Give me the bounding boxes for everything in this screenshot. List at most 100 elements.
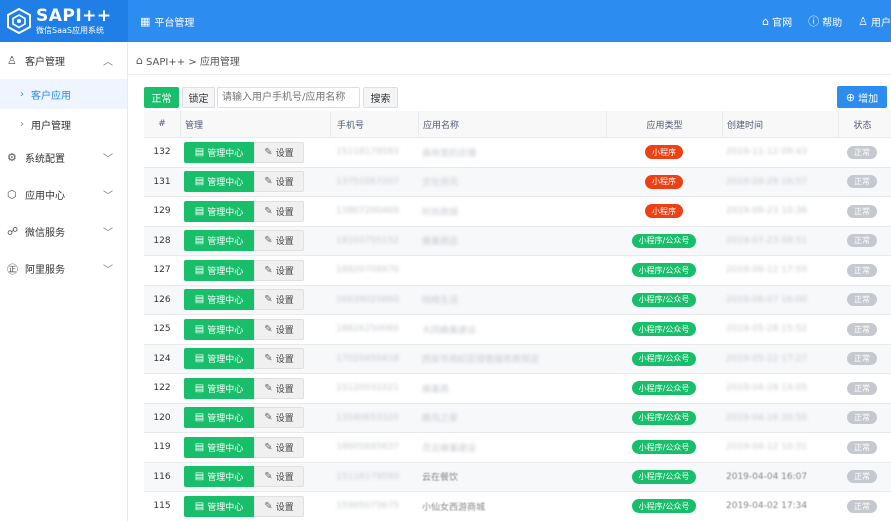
manage-center-button[interactable]: ▤ 管理中心 [184, 200, 254, 222]
sidebar-subitem-user-management[interactable]: › 用户管理 [0, 109, 127, 139]
status-badge[interactable]: 正常 [847, 352, 877, 366]
edit-icon: ✎ [264, 235, 273, 247]
settings-button[interactable]: ✎ 设置 [254, 259, 304, 281]
normal-filter-button[interactable]: 正常 [144, 87, 179, 108]
status-badge[interactable]: 正常 [847, 145, 877, 159]
settings-label: 设置 [275, 414, 294, 425]
settings-button[interactable]: ✎ 设置 [254, 495, 304, 517]
settings-button[interactable]: ✎ 设置 [254, 466, 304, 488]
help-link[interactable]: ⓘ 帮助 [808, 13, 842, 29]
settings-button[interactable]: ✎ 设置 [254, 230, 304, 252]
status-badge[interactable]: 正常 [847, 293, 877, 307]
manage-center-button[interactable]: ▤ 管理中心 [184, 495, 254, 517]
app-name-value: 西安市雨虹区绿壹服务商贸店 [422, 355, 540, 366]
platform-management-tab[interactable]: ▦ 平台管理 [128, 0, 206, 42]
manage-center-button[interactable]: ▤ 管理中心 [184, 230, 254, 252]
manage-center-button[interactable]: ▤ 管理中心 [184, 348, 254, 370]
status-badge[interactable]: 正常 [847, 322, 877, 336]
status-badge[interactable]: 正常 [847, 499, 877, 513]
settings-button[interactable]: ✎ 设置 [254, 407, 304, 429]
phone-value: 18826250060 [336, 324, 399, 335]
row-app-name: 云在餐饮 [418, 463, 606, 492]
status-badge[interactable]: 正常 [847, 234, 877, 248]
status-badge[interactable]: 正常 [847, 175, 877, 189]
manage-center-button[interactable]: ▤ 管理中心 [184, 407, 254, 429]
row-actions: ▤ 管理中心 ✎ 设置 [180, 433, 330, 462]
manage-center-button[interactable]: ▤ 管理中心 [184, 259, 254, 281]
grid-icon: ▦ [140, 14, 151, 28]
status-badge[interactable]: 正常 [847, 381, 877, 395]
settings-button[interactable]: ✎ 设置 [254, 348, 304, 370]
settings-label: 设置 [275, 443, 294, 454]
table-row: 127 ▤ 管理中心 ✎ 设置 18820709970 小程序/公众号 2019-06-12 … [144, 256, 891, 286]
sidebar-subitem-customer-app[interactable]: › 客户应用 [0, 79, 127, 109]
sidebar-item-app-center[interactable]: ⬡ 应用中心 ﹀ [0, 176, 127, 213]
user-icon: ♙ [7, 54, 17, 67]
search-button[interactable]: 搜索 [363, 87, 398, 108]
table-row: 131 ▤ 管理中心 ✎ 设置 13751067207 文化资讯 小程序 2019-09-29 … [144, 167, 891, 197]
document-icon: ▤ [194, 264, 205, 276]
manage-center-label: 管理中心 [207, 355, 244, 366]
table-row: 119 ▤ 管理中心 ✎ 设置 18605695637 灵云蜂巢建设 小程序/公众号 2019-… [144, 433, 891, 463]
row-actions: ▤ 管理中心 ✎ 设置 [180, 138, 330, 167]
status-badge[interactable]: 正常 [847, 411, 877, 425]
settings-button[interactable]: ✎ 设置 [254, 318, 304, 340]
table-row: 125 ▤ 管理中心 ✎ 设置 18826250060 大同蜂巢建设 小程序/公众号 2019-… [144, 315, 891, 345]
manage-center-button[interactable]: ▤ 管理中心 [184, 318, 254, 340]
phone-value: 13751067207 [336, 176, 399, 187]
manage-center-label: 管理中心 [207, 296, 244, 307]
document-icon: ▤ [194, 205, 205, 217]
phone-value: 18605695637 [336, 442, 399, 453]
app-type-tag: 小程序/公众号 [631, 263, 697, 278]
row-phone: 18605695637 [330, 433, 418, 462]
manage-center-button[interactable]: ▤ 管理中心 [184, 377, 254, 399]
row-status: 正常 [838, 256, 886, 285]
manage-center-button[interactable]: ▤ 管理中心 [184, 289, 254, 311]
row-app-name: 小仙女西游商城 [418, 492, 606, 521]
manage-center-button[interactable]: ▤ 管理中心 [184, 436, 254, 458]
user-menu[interactable]: ♙ 用户 [858, 14, 891, 29]
settings-label: 设置 [275, 178, 294, 189]
status-badge[interactable]: 正常 [847, 204, 877, 218]
manage-center-button[interactable]: ▤ 管理中心 [184, 141, 254, 163]
chevron-right-icon: › [20, 118, 24, 130]
status-badge[interactable]: 正常 [847, 263, 877, 277]
row-id: 124 [153, 353, 171, 364]
row-app-name: 蜂鸟之家 [418, 404, 606, 433]
app-logo[interactable]: SAPI++ 微信SaaS应用系统 [0, 0, 128, 42]
row-status: 正常 [838, 374, 886, 403]
sidebar-item-customer[interactable]: ♙ 客户管理 ︿ [0, 42, 127, 79]
col-header-created-time: 创建时间 [722, 111, 838, 137]
row-status: 正常 [838, 197, 886, 226]
settings-button[interactable]: ✎ 设置 [254, 141, 304, 163]
add-button[interactable]: ⊕ 增加 [837, 86, 887, 108]
manage-center-label: 管理中心 [207, 148, 244, 159]
manage-center-button[interactable]: ▤ 管理中心 [184, 466, 254, 488]
table-row: 126 ▤ 管理中心 ✎ 设置 16639025860 网络生活 小程序/公众号 2019-06… [144, 285, 891, 315]
official-site-link[interactable]: ⌂ 官网 [762, 14, 792, 29]
settings-button[interactable]: ✎ 设置 [254, 171, 304, 193]
app-type-tag: 小程序 [645, 204, 683, 219]
settings-button[interactable]: ✎ 设置 [254, 200, 304, 222]
row-created-time: 2019-09-23 10:36 [722, 197, 838, 226]
col-header-status: 状态 [838, 111, 886, 137]
status-badge[interactable]: 正常 [847, 470, 877, 484]
chevron-up-icon: ︿ [103, 57, 113, 68]
row-actions: ▤ 管理中心 ✎ 设置 [180, 197, 330, 226]
breadcrumb: ⌂ SAPI++ > 应用管理 [136, 53, 240, 68]
row-actions: ▤ 管理中心 ✎ 设置 [180, 256, 330, 285]
settings-button[interactable]: ✎ 设置 [254, 436, 304, 458]
status-badge[interactable]: 正常 [847, 440, 877, 454]
document-icon: ▤ [194, 353, 205, 365]
sidebar-item-system-config[interactable]: ⚙ 系统配置 ﹀ [0, 139, 127, 176]
locked-filter-button[interactable]: 锁定 [182, 87, 215, 108]
settings-button[interactable]: ✎ 设置 [254, 289, 304, 311]
created-time-value: 2019-04-28 14:05 [726, 383, 808, 394]
settings-button[interactable]: ✎ 设置 [254, 377, 304, 399]
sidebar-item-wechat-service[interactable]: ☍ 微信服务 ﹀ [0, 213, 127, 250]
cube-icon: ⬡ [7, 188, 17, 201]
search-input[interactable] [217, 87, 360, 108]
sidebar-item-aliyun-service[interactable]: ㊣ 阿里服务 ﹀ [0, 250, 127, 287]
manage-center-button[interactable]: ▤ 管理中心 [184, 171, 254, 193]
table-row: 122 ▤ 管理中心 ✎ 设置 15120031021 蜂巢商 小程序/公众号 2019-04-… [144, 374, 891, 404]
